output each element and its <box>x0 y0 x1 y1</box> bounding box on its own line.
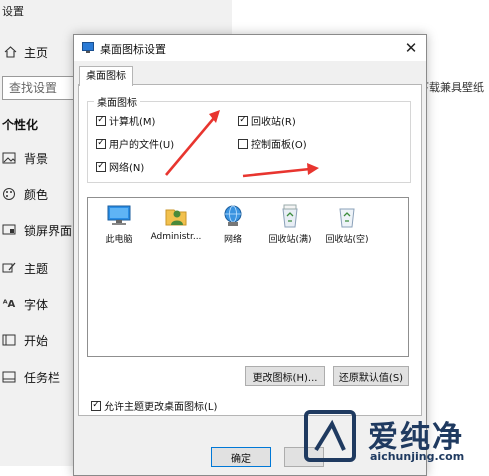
watermark-logo-icon <box>304 410 356 462</box>
icon-item-network[interactable]: 网络 <box>204 204 262 245</box>
checkbox-label: 网络(N) <box>109 163 145 174</box>
icon-label: 回收站(空) <box>325 235 369 245</box>
icon-label: 此电脑 <box>105 235 133 245</box>
checkbox-box[interactable]: ✓ <box>96 115 106 126</box>
sidebar-item-label: 字体 <box>24 297 49 312</box>
checkbox-label: 回收站(R) <box>251 117 296 128</box>
checkbox-label: 用户的文件(U) <box>109 140 175 151</box>
picture-icon <box>0 150 18 166</box>
checkbox-recycle-bin[interactable]: ✓ 回收站(R) <box>238 113 296 128</box>
tab-desktop-icons[interactable]: 桌面图标 <box>79 66 133 86</box>
checkbox-box[interactable] <box>238 138 248 149</box>
checkbox-allow-themes[interactable]: ✓ 允许主题更改桌面图标(L) <box>91 398 217 413</box>
home-icon <box>2 46 18 58</box>
user-folder-icon <box>165 209 187 226</box>
sidebar-item-fonts[interactable]: ᴬA 字体 <box>0 293 48 315</box>
background-description-text: 下载兼具壁纸 <box>418 81 484 94</box>
taskbar-icon <box>0 369 18 385</box>
sidebar-item-label: 主页 <box>24 45 49 60</box>
close-icon: ✕ <box>404 39 418 57</box>
sidebar-item-label: 背景 <box>24 151 49 166</box>
start-icon <box>0 332 18 348</box>
checkbox-box[interactable]: ✓ <box>91 400 101 411</box>
icon-item-recycle-bin-full[interactable]: 回收站(满) <box>261 204 319 245</box>
checkbox-label: 计算机(M) <box>109 117 156 128</box>
dialog-title: 桌面图标设置 <box>100 43 166 56</box>
sidebar-item-start[interactable]: 开始 <box>0 329 48 351</box>
checkbox-label: 控制面板(O) <box>251 140 307 151</box>
icon-item-recycle-bin-empty[interactable]: 回收站(空) <box>318 204 376 245</box>
checkbox-computer[interactable]: ✓ 计算机(M) <box>96 113 155 128</box>
section-heading-personalization: 个性化 <box>2 118 39 132</box>
icon-label: 网络 <box>223 235 242 245</box>
sidebar-item-label: 开始 <box>24 333 49 348</box>
checkbox-box[interactable]: ✓ <box>96 161 106 172</box>
sidebar-item-label: 任务栏 <box>24 370 61 385</box>
brush-icon <box>0 260 18 276</box>
checkbox-control-panel[interactable]: 控制面板(O) <box>238 136 307 151</box>
sidebar-item-home[interactable]: 主页 <box>2 42 48 62</box>
recycle-bin-empty-icon <box>339 208 355 228</box>
checkbox-user-files[interactable]: ✓ 用户的文件(U) <box>96 136 174 151</box>
checkbox-label: 允许主题更改桌面图标(L) <box>104 402 218 413</box>
group-title: 桌面图标 <box>94 94 140 109</box>
checkbox-box[interactable]: ✓ <box>238 115 248 126</box>
recycle-bin-full-icon <box>282 204 298 228</box>
desktop-settings-icon <box>82 42 94 53</box>
lock-screen-icon <box>0 222 18 238</box>
sidebar-item-colors[interactable]: 颜色 <box>0 183 48 205</box>
watermark-url: aichunjing.com <box>370 450 465 463</box>
network-icon <box>224 205 242 226</box>
sidebar-item-themes[interactable]: 主题 <box>0 257 48 279</box>
dialog-titlebar[interactable]: 桌面图标设置 ✕ <box>74 35 426 61</box>
ok-button[interactable]: 确定 <box>211 447 271 467</box>
icon-item-this-pc[interactable]: 此电脑 <box>90 204 148 245</box>
checkbox-box[interactable]: ✓ <box>96 138 106 149</box>
sidebar-item-label: 主题 <box>24 261 49 276</box>
sidebar-item-lock-screen[interactable]: 锁屏界面 <box>0 219 72 241</box>
sidebar-item-label: 颜色 <box>24 187 49 202</box>
tab-panel: 桌面图标 ✓ 计算机(M) ✓ 回收站(R) ✓ 用户的文件(U) 控制面板(O… <box>78 84 422 416</box>
checkbox-network[interactable]: ✓ 网络(N) <box>96 159 144 174</box>
icon-item-administrator[interactable]: Administr... <box>147 204 205 242</box>
icon-label: 回收站(满) <box>268 235 312 245</box>
font-icon: ᴬA <box>2 298 16 310</box>
computer-icon <box>107 205 131 225</box>
change-icon-button[interactable]: 更改图标(H)... <box>245 366 325 386</box>
close-button[interactable]: ✕ <box>400 37 422 59</box>
icon-preview-list: 此电脑 Administr... 网络 回收站(满) 回收站(空) <box>87 197 409 357</box>
restore-default-button[interactable]: 还原默认值(S) <box>333 366 409 386</box>
settings-title: 设置 <box>2 5 24 18</box>
watermark: 爱纯净 aichunjing.com <box>296 406 489 466</box>
palette-icon <box>0 186 18 202</box>
sidebar-item-label: 锁屏界面 <box>24 223 73 238</box>
desktop-icons-group: 桌面图标 ✓ 计算机(M) ✓ 回收站(R) ✓ 用户的文件(U) 控制面板(O… <box>87 94 411 183</box>
icon-label: Administr... <box>150 232 202 242</box>
sidebar-item-background[interactable]: 背景 <box>0 147 48 169</box>
sidebar-item-taskbar[interactable]: 任务栏 <box>0 366 60 388</box>
